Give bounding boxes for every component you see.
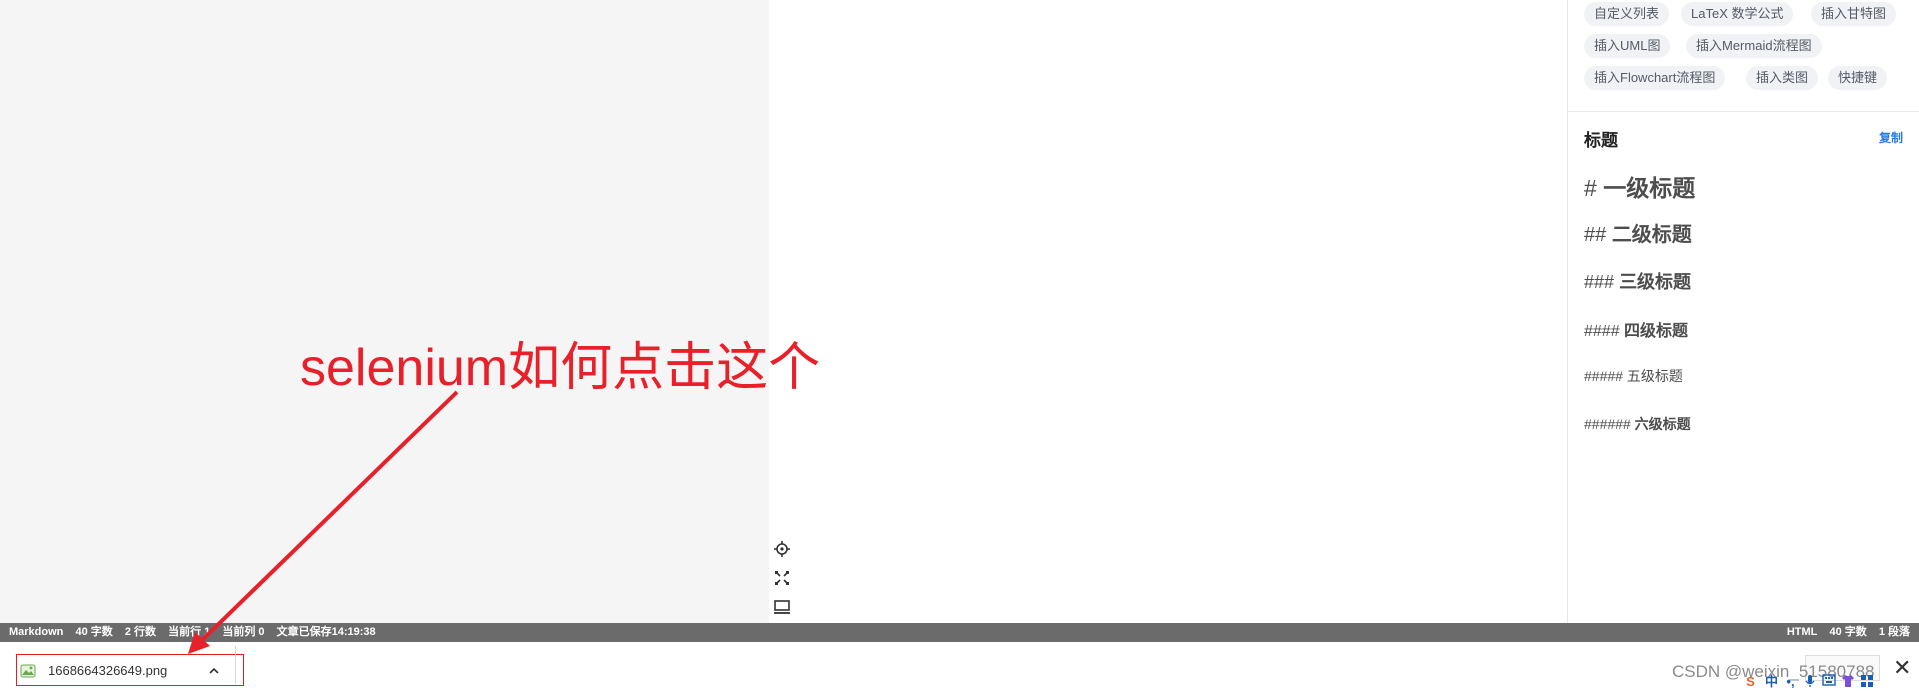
heading-hash: ###: [1584, 272, 1615, 292]
html-preview: [769, 0, 1567, 623]
status-preview-word-count: 40 字数: [1829, 626, 1867, 638]
status-left: Markdown 40 字数 2 行数 当前行 1 当前列 0 文章已保存14:…: [9, 623, 385, 642]
heading-text: 三级标题: [1619, 272, 1692, 292]
heading-example-h1[interactable]: # 一级标题: [1584, 169, 1695, 203]
heading-section-title: 标题: [1584, 131, 1618, 150]
tag-shortcuts[interactable]: 快捷键: [1828, 66, 1888, 90]
status-bar: Markdown 40 字数 2 行数 当前行 1 当前列 0 文章已保存14:…: [0, 623, 1919, 642]
chevron-up-icon[interactable]: [207, 664, 221, 678]
heading-example-h5[interactable]: ##### 五级标题: [1584, 366, 1683, 386]
crosshair-icon[interactable]: [773, 540, 795, 562]
tag-flowchart[interactable]: 插入Flowchart流程图: [1584, 66, 1726, 90]
sync-scroll-icon[interactable]: [773, 569, 795, 591]
help-panel: 自定义列表 LaTeX 数学公式 插入甘特图 插入UML图 插入Mermaid流…: [1567, 0, 1919, 623]
status-preview-mode: HTML: [1786, 626, 1818, 638]
heading-text: 一级标题: [1603, 175, 1696, 201]
download-item[interactable]: 1668664326649.png: [16, 654, 244, 686]
tag-class-diagram[interactable]: 插入类图: [1746, 66, 1819, 90]
heading-text: 六级标题: [1634, 416, 1691, 432]
annotation-text: selenium如何点击这个: [300, 339, 821, 397]
preview-layout-icon[interactable]: [773, 598, 795, 620]
tag-custom-list[interactable]: 自定义列表: [1584, 2, 1670, 26]
panel-divider: [1568, 111, 1919, 112]
tag-gantt[interactable]: 插入甘特图: [1811, 2, 1897, 26]
copy-button[interactable]: 复制: [1879, 129, 1903, 146]
heading-example-h2[interactable]: ## 二级标题: [1584, 218, 1692, 247]
heading-example-h3[interactable]: ### 三级标题: [1584, 268, 1691, 294]
download-bar: 1668664326649.png: [0, 642, 1919, 692]
status-word-count: 40 字数: [75, 626, 113, 638]
download-separator: [235, 646, 236, 684]
status-current-line: 当前行 1: [168, 626, 211, 638]
status-line-count: 2 行数: [124, 626, 157, 638]
heading-text: 五级标题: [1626, 368, 1683, 384]
heading-hash: ######: [1584, 416, 1631, 432]
status-paragraph-count: 1 段落: [1878, 626, 1910, 638]
heading-hash: ##: [1584, 224, 1607, 246]
status-current-col: 当前列 0: [222, 626, 265, 638]
heading-example-h6[interactable]: ###### 六级标题: [1584, 414, 1691, 434]
image-file-icon: [20, 664, 36, 678]
heading-hash: ####: [1584, 323, 1620, 340]
system-tray: S 中 •,: [1743, 672, 1919, 692]
markdown-editor[interactable]: [0, 0, 769, 623]
toolbox-grid-icon[interactable]: [1859, 674, 1874, 689]
heading-text: 二级标题: [1611, 224, 1692, 246]
download-filename: 1668664326649.png: [48, 663, 168, 678]
status-right: HTML 40 字数 1 段落: [1787, 623, 1919, 642]
tag-mermaid[interactable]: 插入Mermaid流程图: [1686, 34, 1822, 58]
heading-example-h4[interactable]: #### 四级标题: [1584, 317, 1688, 341]
heading-hash: #: [1584, 175, 1597, 201]
tag-latex[interactable]: LaTeX 数学公式: [1681, 2, 1794, 26]
punctuation-icon[interactable]: •,: [1783, 674, 1798, 689]
keyboard-icon[interactable]: [1821, 674, 1836, 689]
heading-hash: #####: [1584, 368, 1623, 384]
tag-uml[interactable]: 插入UML图: [1584, 34, 1671, 58]
sogou-icon[interactable]: S: [1743, 674, 1758, 689]
skin-shirt-icon[interactable]: [1840, 674, 1855, 689]
ime-chinese-icon[interactable]: 中: [1764, 674, 1779, 689]
status-saved-time: 文章已保存14:19:38: [276, 626, 376, 638]
heading-text: 四级标题: [1624, 323, 1689, 340]
status-mode: Markdown: [9, 626, 64, 638]
microphone-icon[interactable]: [1802, 674, 1817, 689]
